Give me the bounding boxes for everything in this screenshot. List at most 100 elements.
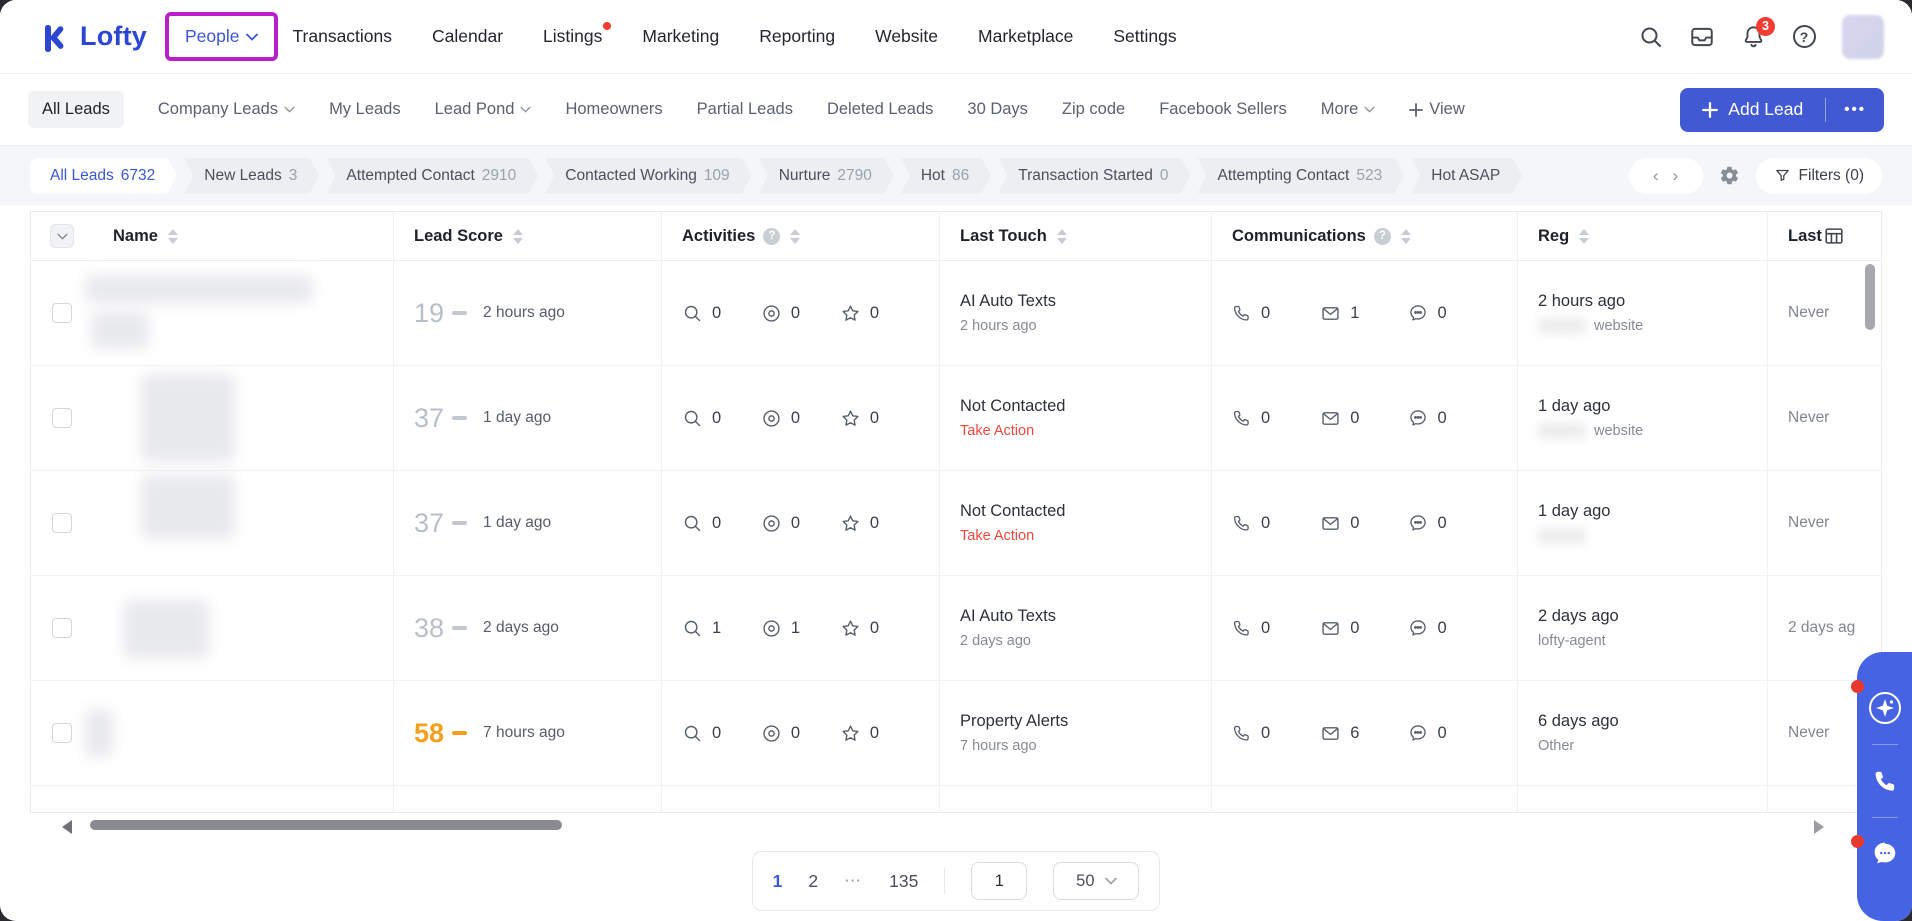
nav-item-listings[interactable]: Listings bbox=[543, 26, 602, 47]
chat-bubble-icon[interactable] bbox=[1857, 818, 1912, 890]
nav-item-calendar[interactable]: Calendar bbox=[432, 26, 503, 47]
row-checkbox[interactable] bbox=[52, 408, 72, 428]
tab-deleted-leads[interactable]: Deleted Leads bbox=[827, 100, 933, 119]
nav-item-transactions[interactable]: Transactions bbox=[292, 26, 392, 47]
emails-metric: 0 bbox=[1320, 618, 1408, 639]
page-ellipsis[interactable]: ⋯ bbox=[844, 871, 863, 891]
user-avatar[interactable] bbox=[1842, 15, 1884, 59]
column-settings-icon[interactable] bbox=[1823, 225, 1845, 247]
stage-transaction-started[interactable]: Transaction Started0 bbox=[998, 158, 1190, 194]
texts-metric: 0 bbox=[1408, 303, 1496, 323]
nav-item-people[interactable]: People bbox=[165, 12, 279, 61]
stage-contacted-working[interactable]: Contacted Working109 bbox=[545, 158, 751, 194]
last-touch-detail[interactable]: 7 hours ago bbox=[960, 738, 1068, 754]
stage-new-leads[interactable]: New Leads3 bbox=[184, 158, 319, 194]
scroll-left-arrow-icon[interactable] bbox=[62, 820, 72, 834]
stage-attempted-contact[interactable]: Attempted Contact2910 bbox=[326, 158, 538, 194]
quick-actions-dock bbox=[1857, 652, 1912, 921]
stage-all-leads[interactable]: All Leads6732 bbox=[30, 158, 177, 194]
row-checkbox[interactable] bbox=[52, 723, 72, 743]
sort-icon[interactable] bbox=[1401, 229, 1411, 244]
sort-icon[interactable] bbox=[168, 229, 178, 244]
tab-30-days[interactable]: 30 Days bbox=[967, 100, 1028, 119]
tab-my-leads[interactable]: My Leads bbox=[329, 100, 401, 119]
page-1[interactable]: 1 bbox=[773, 871, 783, 892]
stage-hot[interactable]: Hot86 bbox=[901, 158, 991, 194]
nav-item-marketplace[interactable]: Marketplace bbox=[978, 26, 1073, 47]
gear-icon[interactable] bbox=[1719, 165, 1740, 186]
envelope-icon bbox=[1320, 513, 1341, 534]
lead-name-cell[interactable] bbox=[93, 471, 393, 575]
stage-hot-asap[interactable]: Hot ASAP bbox=[1411, 158, 1522, 194]
select-all-dropdown[interactable] bbox=[50, 224, 74, 248]
tab-company-leads[interactable]: Company Leads bbox=[158, 100, 295, 119]
nav-item-settings[interactable]: Settings bbox=[1113, 26, 1176, 47]
header-lead-score[interactable]: Lead Score bbox=[393, 212, 661, 260]
score-time: 1 day ago bbox=[483, 409, 551, 427]
page-size-select[interactable]: 50 bbox=[1053, 862, 1139, 900]
horizontal-scrollbar-thumb[interactable] bbox=[90, 820, 562, 830]
redacted-name bbox=[141, 475, 235, 539]
stage-attempting-contact[interactable]: Attempting Contact523 bbox=[1198, 158, 1405, 194]
scroll-right-arrow-icon[interactable] bbox=[1814, 820, 1824, 834]
row-checkbox[interactable] bbox=[52, 303, 72, 323]
page-jump-input[interactable] bbox=[971, 862, 1027, 900]
search-icon[interactable] bbox=[1638, 24, 1664, 50]
tab-partial-leads[interactable]: Partial Leads bbox=[697, 100, 793, 119]
help-icon[interactable]: ? bbox=[1791, 24, 1817, 50]
emails-metric: 6 bbox=[1320, 723, 1408, 744]
last-touch-detail[interactable]: Take Action bbox=[960, 528, 1065, 544]
filters-button[interactable]: Filters (0) bbox=[1756, 158, 1882, 194]
last-touch-detail[interactable]: 2 days ago bbox=[960, 633, 1056, 649]
tab-facebook-sellers[interactable]: Facebook Sellers bbox=[1159, 100, 1286, 119]
add-view-button[interactable]: View bbox=[1409, 100, 1464, 119]
tab-homeowners[interactable]: Homeowners bbox=[565, 100, 662, 119]
redacted-name bbox=[85, 275, 313, 303]
help-icon[interactable]: ? bbox=[763, 228, 780, 245]
lead-name-cell[interactable] bbox=[93, 576, 393, 680]
page-2[interactable]: 2 bbox=[808, 871, 818, 892]
header-last-touch[interactable]: Last Touch bbox=[939, 212, 1211, 260]
lead-name-cell[interactable] bbox=[93, 261, 393, 365]
row-checkbox[interactable] bbox=[52, 513, 72, 533]
star-icon bbox=[840, 408, 861, 429]
tab-all-leads[interactable]: All Leads bbox=[28, 91, 124, 128]
header-last[interactable]: Last bbox=[1767, 212, 1875, 260]
last-touch-detail[interactable]: Take Action bbox=[960, 423, 1065, 439]
dialer-phone-icon[interactable] bbox=[1857, 745, 1912, 817]
tab-lead-pond[interactable]: Lead Pond bbox=[435, 100, 532, 119]
page-last[interactable]: 135 bbox=[889, 871, 918, 892]
lead-name-cell[interactable] bbox=[93, 366, 393, 470]
header-activities[interactable]: Activities? bbox=[661, 212, 939, 260]
stages-scroll-left-icon[interactable]: ‹ bbox=[1653, 166, 1659, 186]
add-lead-button[interactable]: Add Lead bbox=[1680, 99, 1825, 120]
ai-assistant-icon[interactable] bbox=[1857, 672, 1912, 744]
nav-item-website[interactable]: Website bbox=[875, 26, 938, 47]
lofty-logo[interactable]: Lofty bbox=[38, 20, 147, 54]
header-reg[interactable]: Reg bbox=[1517, 212, 1767, 260]
sort-icon[interactable] bbox=[1579, 229, 1589, 244]
header-communications[interactable]: Communications? bbox=[1211, 212, 1517, 260]
nav-item-marketing[interactable]: Marketing bbox=[642, 26, 719, 47]
sort-icon[interactable] bbox=[513, 229, 523, 244]
stage-nurture[interactable]: Nurture2790 bbox=[759, 158, 894, 194]
add-lead-more-button[interactable]: ••• bbox=[1826, 101, 1884, 118]
emails-metric: 0 bbox=[1320, 408, 1408, 429]
inbox-icon[interactable] bbox=[1689, 24, 1715, 50]
chevron-down-icon bbox=[1105, 877, 1117, 885]
sort-icon[interactable] bbox=[790, 229, 800, 244]
nav-item-reporting[interactable]: Reporting bbox=[759, 26, 835, 47]
envelope-icon bbox=[1320, 618, 1341, 639]
help-icon[interactable]: ? bbox=[1374, 228, 1391, 245]
vertical-scrollbar-thumb[interactable] bbox=[1865, 264, 1875, 330]
tab-zip-code[interactable]: Zip code bbox=[1062, 100, 1125, 119]
notifications-bell-icon[interactable]: 3 bbox=[1740, 24, 1766, 50]
pipeline-bar: All Leads6732 New Leads3 Attempted Conta… bbox=[0, 146, 1912, 205]
sort-icon[interactable] bbox=[1057, 229, 1067, 244]
stages-scroll-right-icon[interactable]: › bbox=[1673, 166, 1679, 186]
last-touch-detail[interactable]: 2 hours ago bbox=[960, 318, 1056, 334]
tab-more[interactable]: More bbox=[1321, 100, 1376, 119]
row-checkbox[interactable] bbox=[52, 618, 72, 638]
lead-name-cell[interactable] bbox=[93, 681, 393, 785]
header-name[interactable]: Name bbox=[93, 212, 393, 260]
